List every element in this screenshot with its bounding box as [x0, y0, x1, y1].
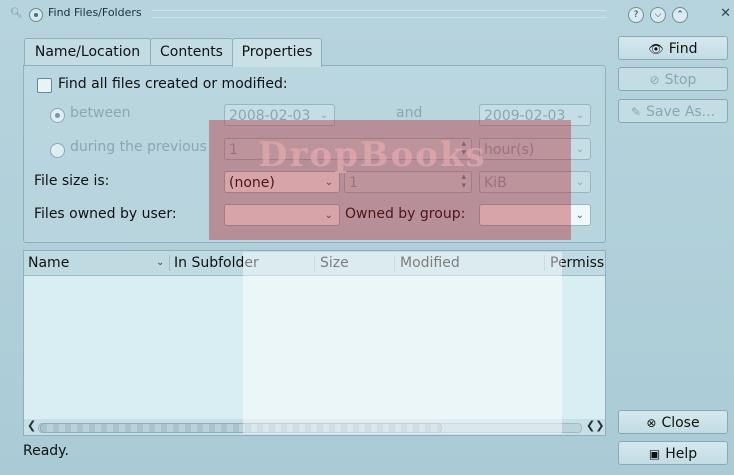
- owner-group-select[interactable]: ⌄: [479, 204, 591, 226]
- to-date-field[interactable]: 2009-02-03 ⌄: [479, 104, 591, 126]
- size-unit-value: KiB: [484, 175, 507, 191]
- find-all-label: Find all files created or modified:: [58, 76, 288, 92]
- column-divider[interactable]: [394, 255, 395, 271]
- chevron-down-icon: ⌄: [575, 177, 584, 188]
- close-circle-icon: ⊗: [646, 416, 657, 430]
- tab-name-location[interactable]: Name/Location: [24, 38, 151, 65]
- chevron-down-icon: ⌄: [324, 210, 333, 221]
- during-radio[interactable]: [50, 143, 65, 158]
- column-in-subfolder[interactable]: In Subfolder: [174, 251, 259, 275]
- spin-arrows-icon[interactable]: ▴ ▾: [461, 173, 466, 191]
- scroll-thumb[interactable]: [40, 423, 442, 433]
- help-title-icon[interactable]: ?: [628, 7, 644, 23]
- size-value-spinbox[interactable]: 1 ▴ ▾: [344, 171, 472, 193]
- during-label: during the previous: [70, 139, 207, 155]
- search-app-icon[interactable]: 🔍︎: [10, 8, 23, 20]
- group-label: Owned by group:: [345, 206, 466, 222]
- find-button[interactable]: 👁︎ Find: [618, 36, 728, 60]
- chevron-down-icon: ⌄: [319, 110, 328, 121]
- owner-user-select[interactable]: ⌄: [224, 204, 340, 226]
- help-button-label: Help: [665, 446, 698, 462]
- help-book-icon: ▣: [648, 447, 661, 461]
- maximize-icon[interactable]: ⌃: [672, 7, 688, 23]
- horizontal-scrollbar[interactable]: ❮ ❮❯: [24, 419, 605, 435]
- spin-arrows-icon[interactable]: ▴ ▾: [461, 140, 466, 158]
- save-as-button-label: Save As...: [646, 104, 716, 120]
- owner-label: Files owned by user:: [34, 206, 177, 222]
- column-permissions[interactable]: Permiss: [550, 251, 604, 275]
- chevron-down-icon: ⌄: [575, 210, 584, 221]
- title-bar-grip: [152, 10, 606, 18]
- window-title: Find Files/Folders: [48, 6, 142, 19]
- size-value: 1: [349, 175, 358, 191]
- file-size-label: File size is:: [34, 173, 110, 189]
- find-button-label: Find: [668, 41, 698, 57]
- chevron-down-icon: ⌄: [575, 110, 584, 121]
- save-icon: ✎: [630, 105, 641, 119]
- tab-contents[interactable]: Contents: [150, 38, 233, 65]
- tab-properties[interactable]: Properties: [232, 38, 322, 67]
- close-button[interactable]: ⊗ Close: [618, 410, 728, 434]
- close-window-icon[interactable]: ✕: [720, 6, 731, 21]
- column-name[interactable]: Name: [28, 251, 69, 275]
- stop-button-label: Stop: [664, 72, 697, 88]
- minimize-icon[interactable]: ⌵: [650, 7, 666, 23]
- results-body[interactable]: [24, 276, 605, 419]
- results-list[interactable]: Name ⌄ In Subfolder Size Modified Permis…: [23, 250, 606, 436]
- column-size[interactable]: Size: [320, 251, 349, 275]
- results-header: Name ⌄ In Subfolder Size Modified Permis…: [24, 251, 605, 276]
- find-all-checkbox[interactable]: [37, 78, 52, 93]
- between-label: between: [70, 105, 131, 121]
- column-divider[interactable]: [544, 255, 545, 271]
- column-divider[interactable]: [169, 255, 170, 271]
- during-value-spinbox[interactable]: 1 ▴ ▾: [224, 138, 472, 160]
- stop-icon: ⊘: [649, 73, 660, 87]
- scroll-left-icon[interactable]: ❮: [27, 419, 36, 432]
- close-button-label: Close: [661, 415, 700, 431]
- column-divider[interactable]: [314, 255, 315, 271]
- keep-on-all-desktops-icon[interactable]: [29, 8, 43, 22]
- during-unit-value: hour(s): [484, 142, 535, 158]
- stop-button[interactable]: ⊘ Stop: [618, 67, 728, 91]
- between-radio[interactable]: [50, 108, 65, 123]
- sort-chevron-icon: ⌄: [156, 257, 165, 268]
- size-mode-select[interactable]: (none) ⌄: [224, 171, 340, 193]
- size-unit-select[interactable]: KiB ⌄: [479, 171, 591, 193]
- from-date-value: 2008-02-03: [229, 108, 311, 124]
- and-label: and: [396, 105, 423, 121]
- title-bar: 🔍︎ Find Files/Folders ? ⌵ ⌃ ✕: [0, 0, 734, 28]
- status-text: Ready.: [23, 443, 69, 459]
- during-unit-select[interactable]: hour(s) ⌄: [479, 138, 591, 160]
- help-button[interactable]: ▣ Help: [618, 441, 728, 465]
- during-value: 1: [229, 142, 238, 158]
- binoculars-icon: 👁︎: [648, 42, 664, 56]
- find-files-window: 🔍︎ Find Files/Folders ? ⌵ ⌃ ✕ Name/Locat…: [0, 0, 734, 475]
- save-as-button[interactable]: ✎ Save As...: [618, 99, 728, 123]
- size-mode-value: (none): [229, 175, 275, 191]
- scroll-left-right-icon[interactable]: ❮❯: [586, 419, 604, 432]
- chevron-down-icon: ⌄: [324, 177, 333, 188]
- chevron-down-icon: ⌄: [575, 144, 584, 155]
- to-date-value: 2009-02-03: [484, 108, 566, 124]
- from-date-field[interactable]: 2008-02-03 ⌄: [224, 104, 335, 126]
- column-modified[interactable]: Modified: [400, 251, 460, 275]
